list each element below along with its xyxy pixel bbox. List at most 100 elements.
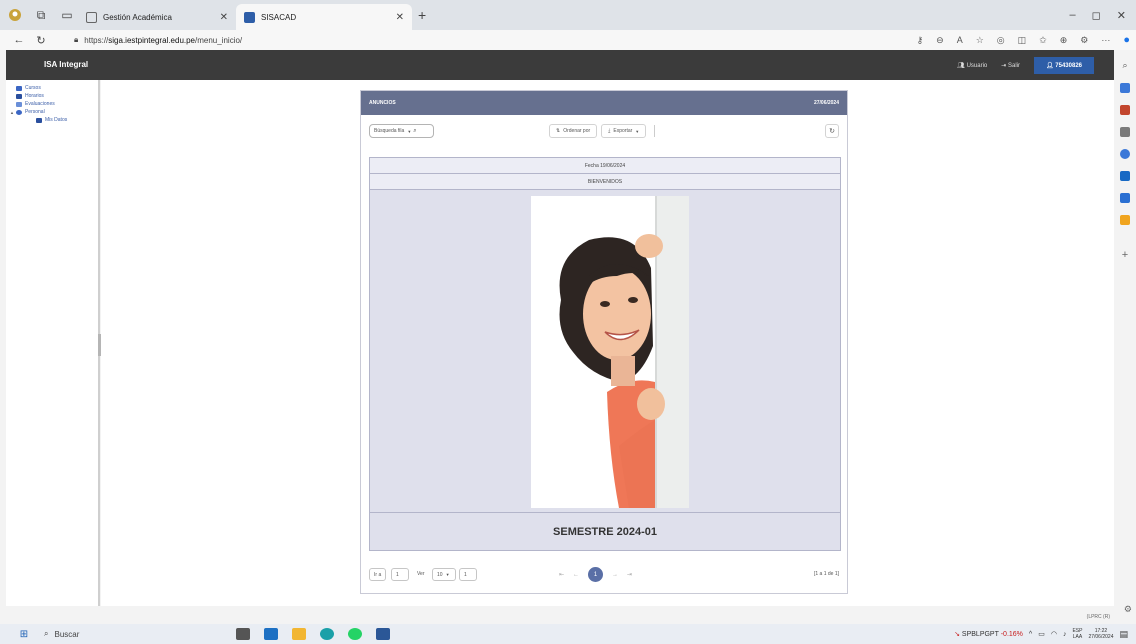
close-tab-icon[interactable]: ✕	[220, 12, 228, 23]
id-card-icon	[36, 117, 42, 123]
network-icon[interactable]: ◠	[1051, 630, 1057, 638]
usuario-link[interactable]: 👥︎ Usuario	[957, 62, 987, 69]
tab-actions-icon[interactable]: ▭	[56, 4, 78, 26]
split-screen-icon[interactable]: ◫	[1018, 35, 1027, 46]
url-field[interactable]: 🔒︎ https://siga.iestpintegral.edu.pe/men…	[74, 35, 242, 45]
system-tray: ↘ SPBLPGPT -0.16% ^ ▭ ◠ ♪ ESP LAA 17:22 …	[954, 624, 1128, 644]
language-indicator[interactable]: ESP LAA	[1072, 628, 1082, 640]
close-tab-icon[interactable]: ✕	[396, 12, 404, 23]
url-prefix: https://	[84, 35, 109, 45]
notifications-icon[interactable]: ▤	[1119, 629, 1128, 640]
stock-change: -0.16%	[1000, 631, 1023, 638]
minimize-button[interactable]: –	[1070, 9, 1076, 21]
battery-icon[interactable]: ▭	[1038, 630, 1045, 638]
notes-icon[interactable]	[1120, 215, 1130, 225]
extensions-icon[interactable]: ⚙	[1080, 35, 1088, 46]
stock-arrow-icon: ↘	[954, 631, 960, 638]
word-icon[interactable]	[376, 628, 390, 640]
search-icon: ⌕	[413, 127, 417, 134]
restore-button[interactable]: ◻	[1092, 9, 1101, 22]
ordenar-button[interactable]: ⇅ Ordenar por	[549, 124, 598, 138]
read-aloud-icon[interactable]: A	[957, 35, 963, 45]
volume-icon[interactable]: ♪	[1063, 631, 1067, 638]
refresh-button[interactable]: ↻	[825, 124, 839, 138]
sidebar-item-cursos[interactable]: Cursos	[16, 84, 98, 92]
ir-a-input[interactable]: 1	[391, 568, 409, 581]
key-icon[interactable]: ⚷	[917, 35, 924, 46]
next-page-icon[interactable]: →	[612, 572, 618, 578]
tag-icon[interactable]	[1120, 83, 1130, 93]
app-brand[interactable]: ISA Integral	[44, 60, 88, 69]
back-icon[interactable]: ←	[8, 34, 30, 46]
tools-icon[interactable]	[1120, 105, 1130, 115]
sidebar-item-horarios[interactable]: Horarios	[16, 92, 98, 100]
stock-name: SPBLPGPT	[961, 631, 999, 638]
close-window-button[interactable]: ✕	[1117, 9, 1126, 22]
salir-link[interactable]: ⇥ Salir	[1001, 62, 1020, 69]
office-icon[interactable]	[1120, 149, 1130, 159]
last-page-icon[interactable]: ⇥	[627, 571, 632, 578]
store-icon[interactable]	[264, 628, 278, 640]
tab-gestion-academica[interactable]: Gestión Académica ✕	[78, 4, 236, 30]
favorite-star-icon[interactable]: ☆	[976, 35, 984, 46]
current-page-button[interactable]: 1	[588, 567, 604, 582]
stock-widget[interactable]: ↘ SPBLPGPT -0.16%	[954, 630, 1023, 638]
whatsapp-icon[interactable]	[348, 628, 362, 640]
page-size-select[interactable]: 10 ▼	[432, 568, 456, 581]
announcements-grid: Fecha 19/06/2024 BIENVENIDOS SEMESTRE 20…	[369, 157, 841, 551]
more-icon[interactable]: ···	[1101, 35, 1110, 45]
user-badge[interactable]: 👤︎ 75430826	[1034, 56, 1094, 74]
taskbar-apps	[236, 628, 390, 640]
collections-icon[interactable]: ⊕	[1060, 35, 1068, 46]
taskbar-search-label: Buscar	[54, 629, 80, 639]
new-tab-button[interactable]: +	[418, 7, 426, 23]
expand-icon[interactable]: ▲	[10, 110, 14, 115]
settings-icon[interactable]: ⚙	[1124, 604, 1132, 615]
edge-sidebar: ⌕ +	[1114, 50, 1136, 620]
refresh-icon[interactable]: ↻	[30, 34, 52, 47]
workspaces-icon[interactable]: ⧉	[30, 4, 52, 26]
usuario-label: Usuario	[966, 62, 988, 69]
page-icon	[86, 11, 97, 23]
fecha-row: Fecha 19/06/2024	[370, 158, 840, 174]
add-icon[interactable]: +	[1122, 249, 1128, 261]
sort-icon: ⇅	[556, 128, 561, 134]
search-input[interactable]: Búsqueda fila ▼ ⌕	[369, 124, 434, 138]
tab-sisacad[interactable]: SISACAD ✕	[236, 4, 412, 30]
clock[interactable]: 17:22 27/06/2024	[1088, 628, 1113, 640]
clock-date: 27/06/2024	[1088, 634, 1114, 640]
app-header: ISA Integral 👥︎ Usuario ⇥ Salir 👤︎ 75430…	[6, 50, 1114, 80]
zoom-icon[interactable]: ⊖	[936, 35, 944, 46]
favorites-icon[interactable]: ✩	[1039, 35, 1047, 46]
sidebar-item-personal[interactable]: ▲ Personal	[10, 108, 98, 116]
edge-icon[interactable]	[320, 628, 334, 640]
file-explorer-icon[interactable]	[292, 628, 306, 640]
search-placeholder: Búsqueda fila	[374, 128, 405, 134]
drop-icon[interactable]	[1120, 193, 1130, 203]
page-size-value: 10	[437, 571, 443, 578]
bienvenidos-row: BIENVENIDOS	[370, 174, 840, 190]
chevron-down-icon: ▼	[635, 128, 640, 134]
sidebar-item-mis-datos[interactable]: Mis Datos	[36, 116, 98, 124]
sidebar-item-evaluaciones[interactable]: Evaluaciones	[16, 100, 98, 108]
ver-page-input[interactable]: 1	[459, 568, 477, 581]
windows-start-icon[interactable]: ⊞	[14, 624, 34, 644]
outlook-icon[interactable]	[1120, 171, 1130, 181]
lock-icon: 🔒︎	[74, 35, 79, 44]
profile-icon[interactable]	[4, 4, 26, 26]
taskbar-search[interactable]: ⌕ Buscar	[44, 624, 184, 644]
ir-a-button[interactable]: Ir a	[369, 568, 387, 581]
users-icon: 👥︎	[957, 62, 965, 69]
show-hidden-icon[interactable]: ^	[1029, 631, 1032, 638]
copilot-icon[interactable]: ◎	[997, 35, 1005, 46]
toolbar-buttons: ⇅ Ordenar por ⤓ Exportar ▼	[549, 124, 656, 138]
exportar-button[interactable]: ⤓ Exportar ▼	[601, 124, 647, 138]
chart-icon	[16, 101, 22, 107]
edge-copilot-icon[interactable]: ●	[1123, 34, 1130, 46]
search-icon[interactable]: ⌕	[1122, 60, 1127, 71]
toolbar-divider	[654, 125, 656, 137]
games-icon[interactable]	[1120, 127, 1130, 137]
first-page-icon[interactable]: ⇤	[559, 571, 564, 578]
prev-page-icon[interactable]: ←	[573, 572, 579, 578]
task-view-icon[interactable]	[236, 628, 250, 640]
